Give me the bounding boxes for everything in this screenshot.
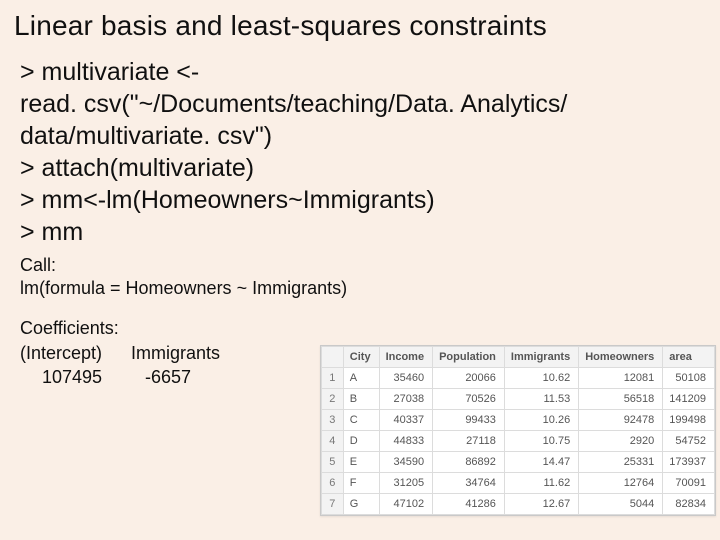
cell-population: 99433 xyxy=(433,410,505,431)
cell-income: 34590 xyxy=(379,452,433,473)
coefficients-header: Coefficients: xyxy=(20,317,700,340)
col-area: area xyxy=(663,347,715,368)
cell-city: C xyxy=(343,410,379,431)
table-row: 1A354602006610.621208150108 xyxy=(321,368,714,389)
cell-area: 141209 xyxy=(663,389,715,410)
table-row: 3C403379943310.2692478199498 xyxy=(321,410,714,431)
col-population: Population xyxy=(433,347,505,368)
table-row: 7G471024128612.67504482834 xyxy=(321,494,714,515)
table-row: 6F312053476411.621276470091 xyxy=(321,473,714,494)
row-number: 3 xyxy=(321,410,343,431)
col-income: Income xyxy=(379,347,433,368)
code-line: data/multivariate. csv") xyxy=(20,120,700,152)
cell-income: 31205 xyxy=(379,473,433,494)
col-immigrants: Immigrants xyxy=(504,347,578,368)
cell-population: 34764 xyxy=(433,473,505,494)
cell-income: 35460 xyxy=(379,368,433,389)
cell-area: 54752 xyxy=(663,431,715,452)
row-number: 1 xyxy=(321,368,343,389)
cell-immigrants: 11.62 xyxy=(504,473,578,494)
cell-immigrants: 10.62 xyxy=(504,368,578,389)
slide-title: Linear basis and least-squares constrain… xyxy=(0,0,720,48)
cell-area: 199498 xyxy=(663,410,715,431)
cell-area: 50108 xyxy=(663,368,715,389)
cell-homeowners: 12081 xyxy=(579,368,663,389)
cell-city: E xyxy=(343,452,379,473)
output-call-formula: lm(formula = Homeowners ~ Immigrants) xyxy=(20,277,700,300)
cell-immigrants: 11.53 xyxy=(504,389,578,410)
r-code-block: > multivariate <- read. csv("~/Documents… xyxy=(0,48,720,248)
output-call-label: Call: xyxy=(20,254,700,277)
cell-homeowners: 2920 xyxy=(579,431,663,452)
cell-immigrants: 14.47 xyxy=(504,452,578,473)
table-row: 5E345908689214.4725331173937 xyxy=(321,452,714,473)
cell-homeowners: 92478 xyxy=(579,410,663,431)
cell-population: 86892 xyxy=(433,452,505,473)
code-line: > mm xyxy=(20,216,700,248)
table-row: 4D448332711810.75292054752 xyxy=(321,431,714,452)
cell-population: 41286 xyxy=(433,494,505,515)
cell-immigrants: 10.75 xyxy=(504,431,578,452)
data-spreadsheet: City Income Population Immigrants Homeow… xyxy=(320,345,716,516)
cell-population: 27118 xyxy=(433,431,505,452)
cell-homeowners: 12764 xyxy=(579,473,663,494)
code-line: > attach(multivariate) xyxy=(20,152,700,184)
table-row: 2B270387052611.5356518141209 xyxy=(321,389,714,410)
cell-city: A xyxy=(343,368,379,389)
cell-area: 82834 xyxy=(663,494,715,515)
cell-income: 27038 xyxy=(379,389,433,410)
row-number: 6 xyxy=(321,473,343,494)
row-number: 7 xyxy=(321,494,343,515)
col-city: City xyxy=(343,347,379,368)
code-line: > multivariate <- xyxy=(20,56,700,88)
value-intercept: 107495 xyxy=(20,366,120,389)
cell-income: 47102 xyxy=(379,494,433,515)
col-homeowners: Homeowners xyxy=(579,347,663,368)
cell-city: F xyxy=(343,473,379,494)
row-number: 2 xyxy=(321,389,343,410)
cell-homeowners: 56518 xyxy=(579,389,663,410)
value-immigrants: -6657 xyxy=(131,366,241,389)
cell-population: 70526 xyxy=(433,389,505,410)
cell-homeowners: 5044 xyxy=(579,494,663,515)
cell-homeowners: 25331 xyxy=(579,452,663,473)
label-intercept: (Intercept) xyxy=(20,342,120,365)
label-immigrants: Immigrants xyxy=(131,342,241,365)
cell-area: 173937 xyxy=(663,452,715,473)
code-line: > mm<-lm(Homeowners~Immigrants) xyxy=(20,184,700,216)
cell-income: 40337 xyxy=(379,410,433,431)
rownum-header xyxy=(321,347,343,368)
table-header-row: City Income Population Immigrants Homeow… xyxy=(321,347,714,368)
cell-city: B xyxy=(343,389,379,410)
cell-city: G xyxy=(343,494,379,515)
cell-city: D xyxy=(343,431,379,452)
cell-area: 70091 xyxy=(663,473,715,494)
cell-income: 44833 xyxy=(379,431,433,452)
cell-population: 20066 xyxy=(433,368,505,389)
row-number: 4 xyxy=(321,431,343,452)
cell-immigrants: 12.67 xyxy=(504,494,578,515)
cell-immigrants: 10.26 xyxy=(504,410,578,431)
row-number: 5 xyxy=(321,452,343,473)
code-line: read. csv("~/Documents/teaching/Data. An… xyxy=(20,88,700,120)
